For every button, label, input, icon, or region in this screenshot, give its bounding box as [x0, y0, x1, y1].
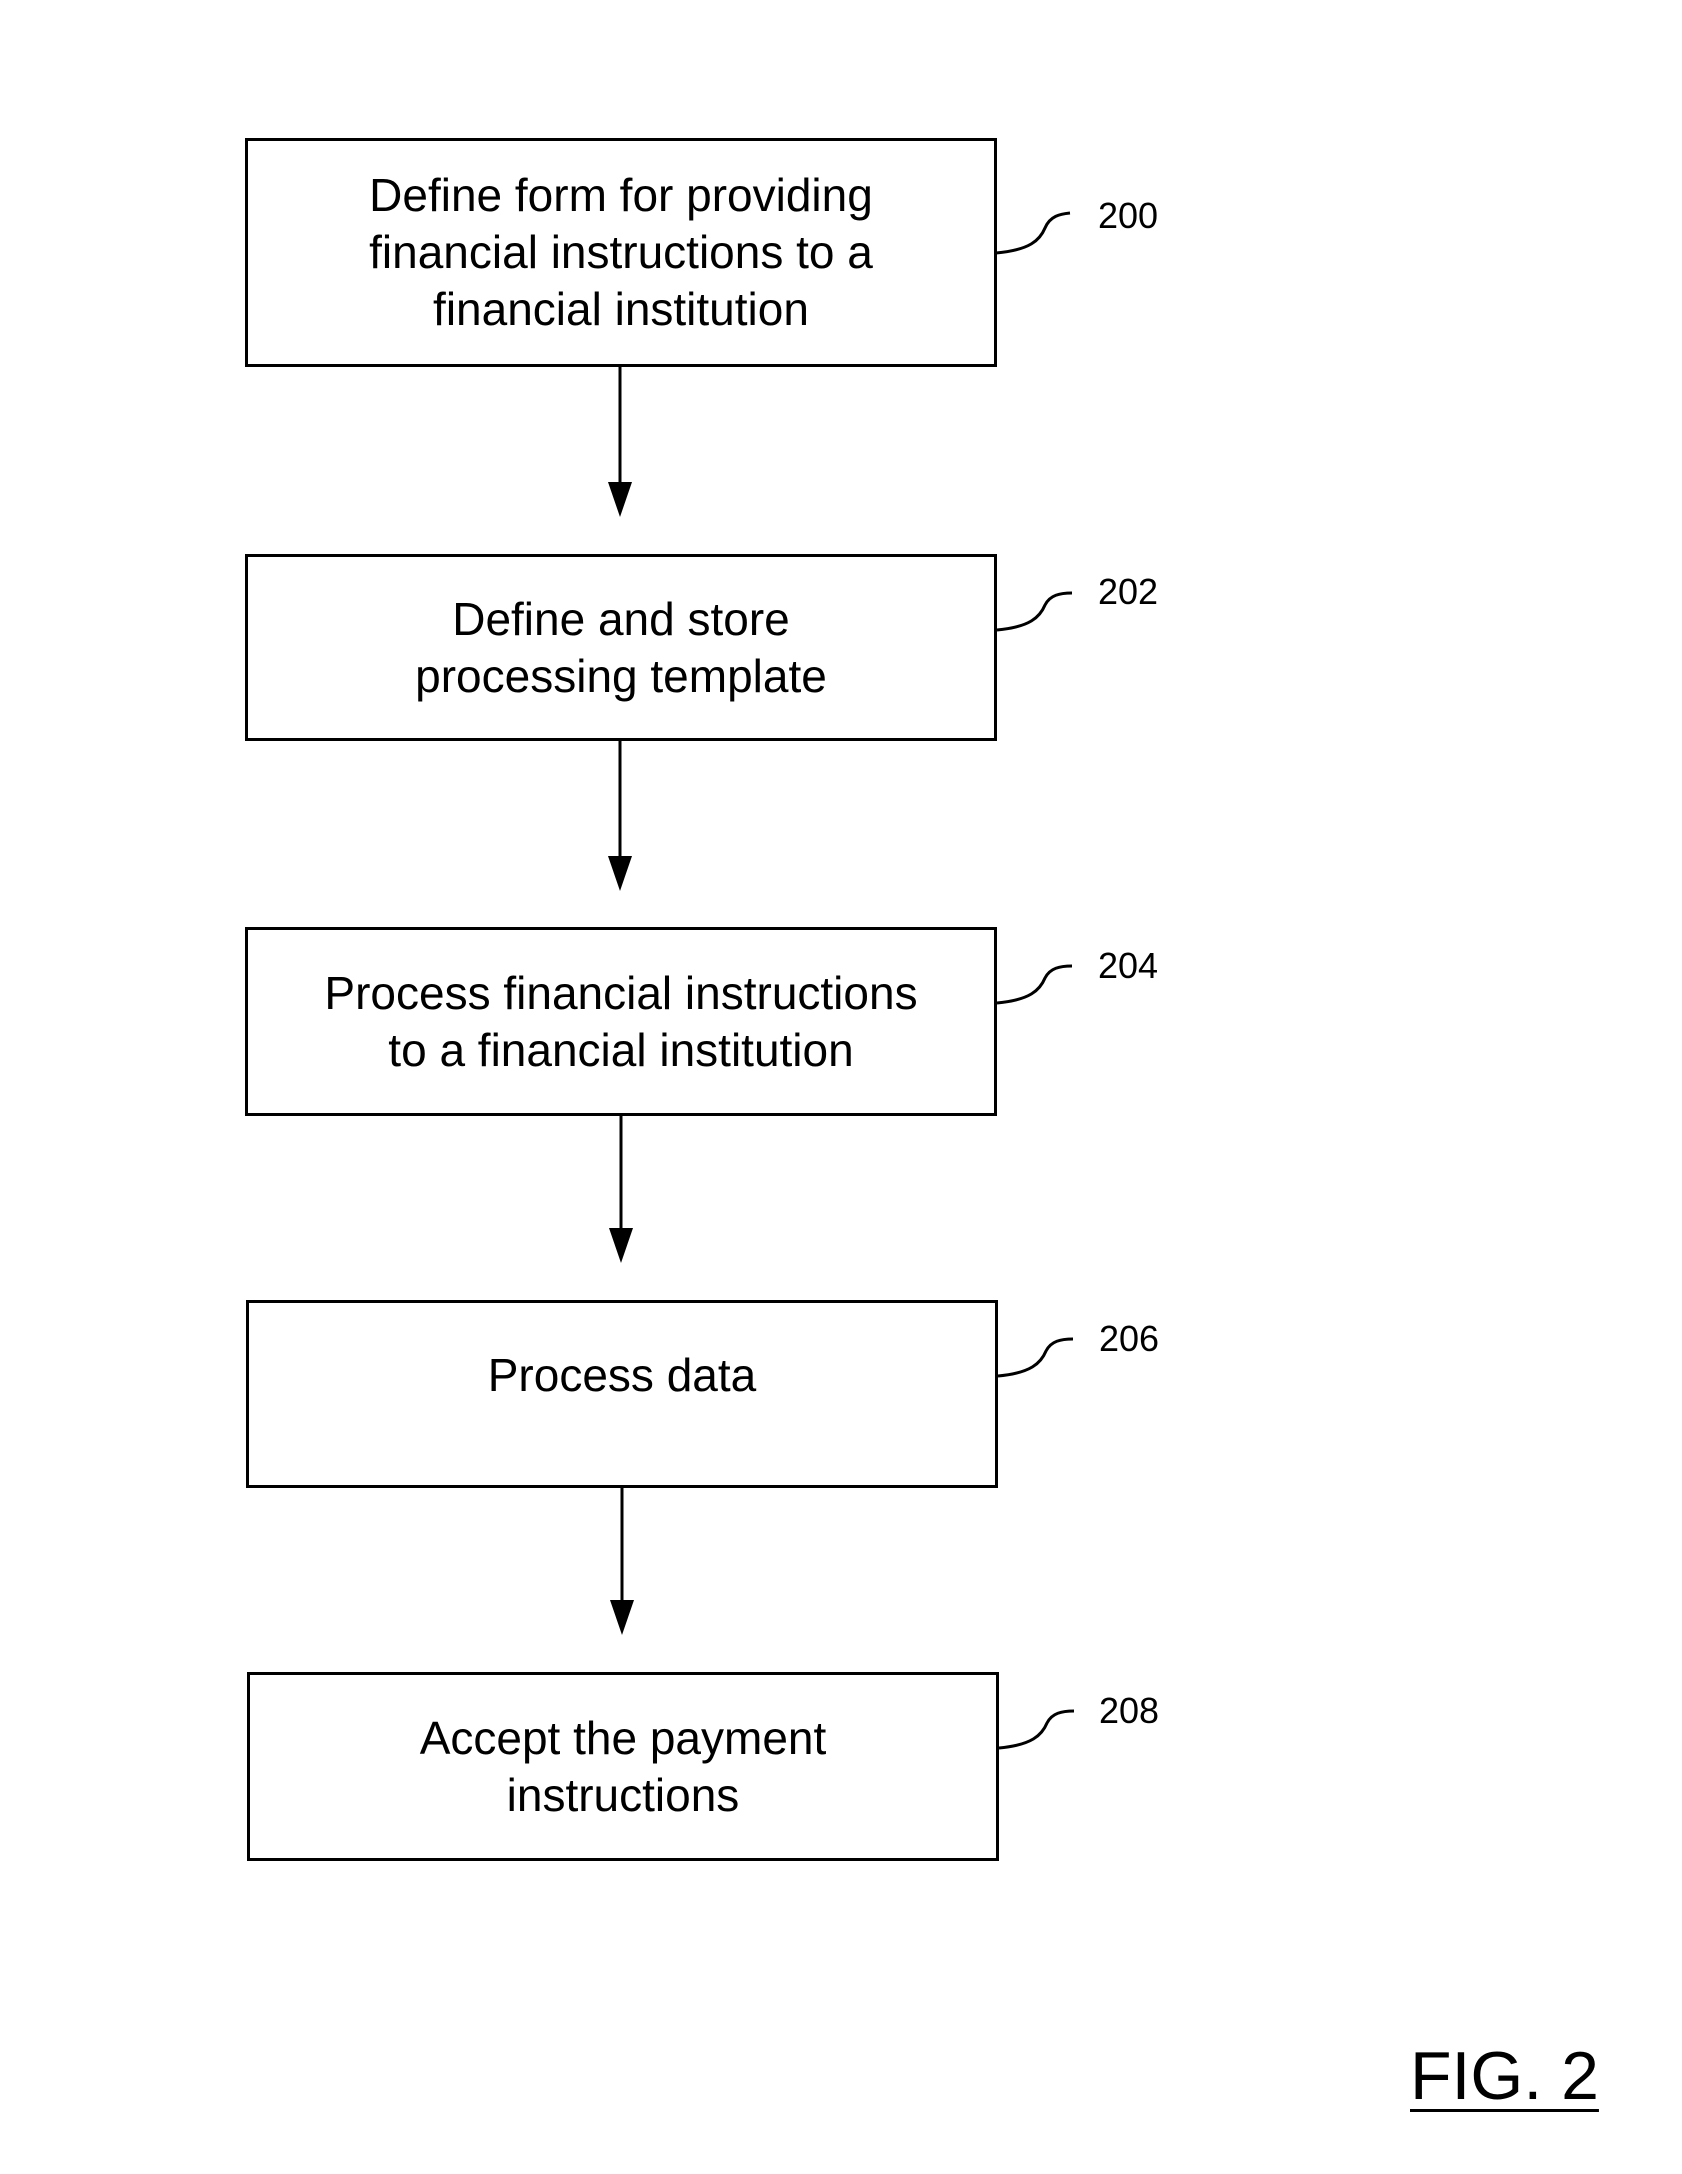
arrow-202-to-204 [608, 740, 632, 891]
leader-line-200 [995, 211, 1071, 255]
arrow-200-to-202 [608, 366, 632, 517]
arrow-206-to-208 [610, 1487, 634, 1635]
arrow-204-to-206 [609, 1115, 633, 1263]
leader-line-206 [997, 1337, 1074, 1378]
step-box-208: Accept the payment instructions [247, 1672, 999, 1861]
reference-numeral-204: 204 [1098, 945, 1159, 986]
reference-numeral-206: 206 [1099, 1318, 1160, 1359]
step-text-206: Process data [487, 1349, 757, 1401]
step-box-200: Define form for providing financial inst… [245, 138, 997, 367]
step-box-204: Process financial instructions to a fina… [245, 927, 997, 1116]
reference-numeral-202: 202 [1098, 571, 1159, 612]
step-text-204: Process financial instructions to a fina… [324, 966, 918, 1076]
step-box-206: Process data [246, 1300, 998, 1488]
reference-numeral-200: 200 [1098, 195, 1159, 236]
leader-line-204 [996, 964, 1073, 1005]
figure-label: FIG. 2 [1410, 2038, 1599, 2114]
step-text-208: Accept the payment instructions [419, 1711, 827, 1821]
step-box-202: Define and store processing template [245, 554, 997, 741]
step-text-202: Define and store processing template [415, 592, 827, 702]
step-text-200: Define form for providing financial inst… [369, 169, 873, 335]
leader-line-202 [996, 591, 1073, 632]
reference-numeral-208: 208 [1099, 1690, 1160, 1731]
flowchart-figure: Define form for providing financial inst… [0, 0, 1682, 2174]
leader-line-208 [998, 1709, 1075, 1750]
